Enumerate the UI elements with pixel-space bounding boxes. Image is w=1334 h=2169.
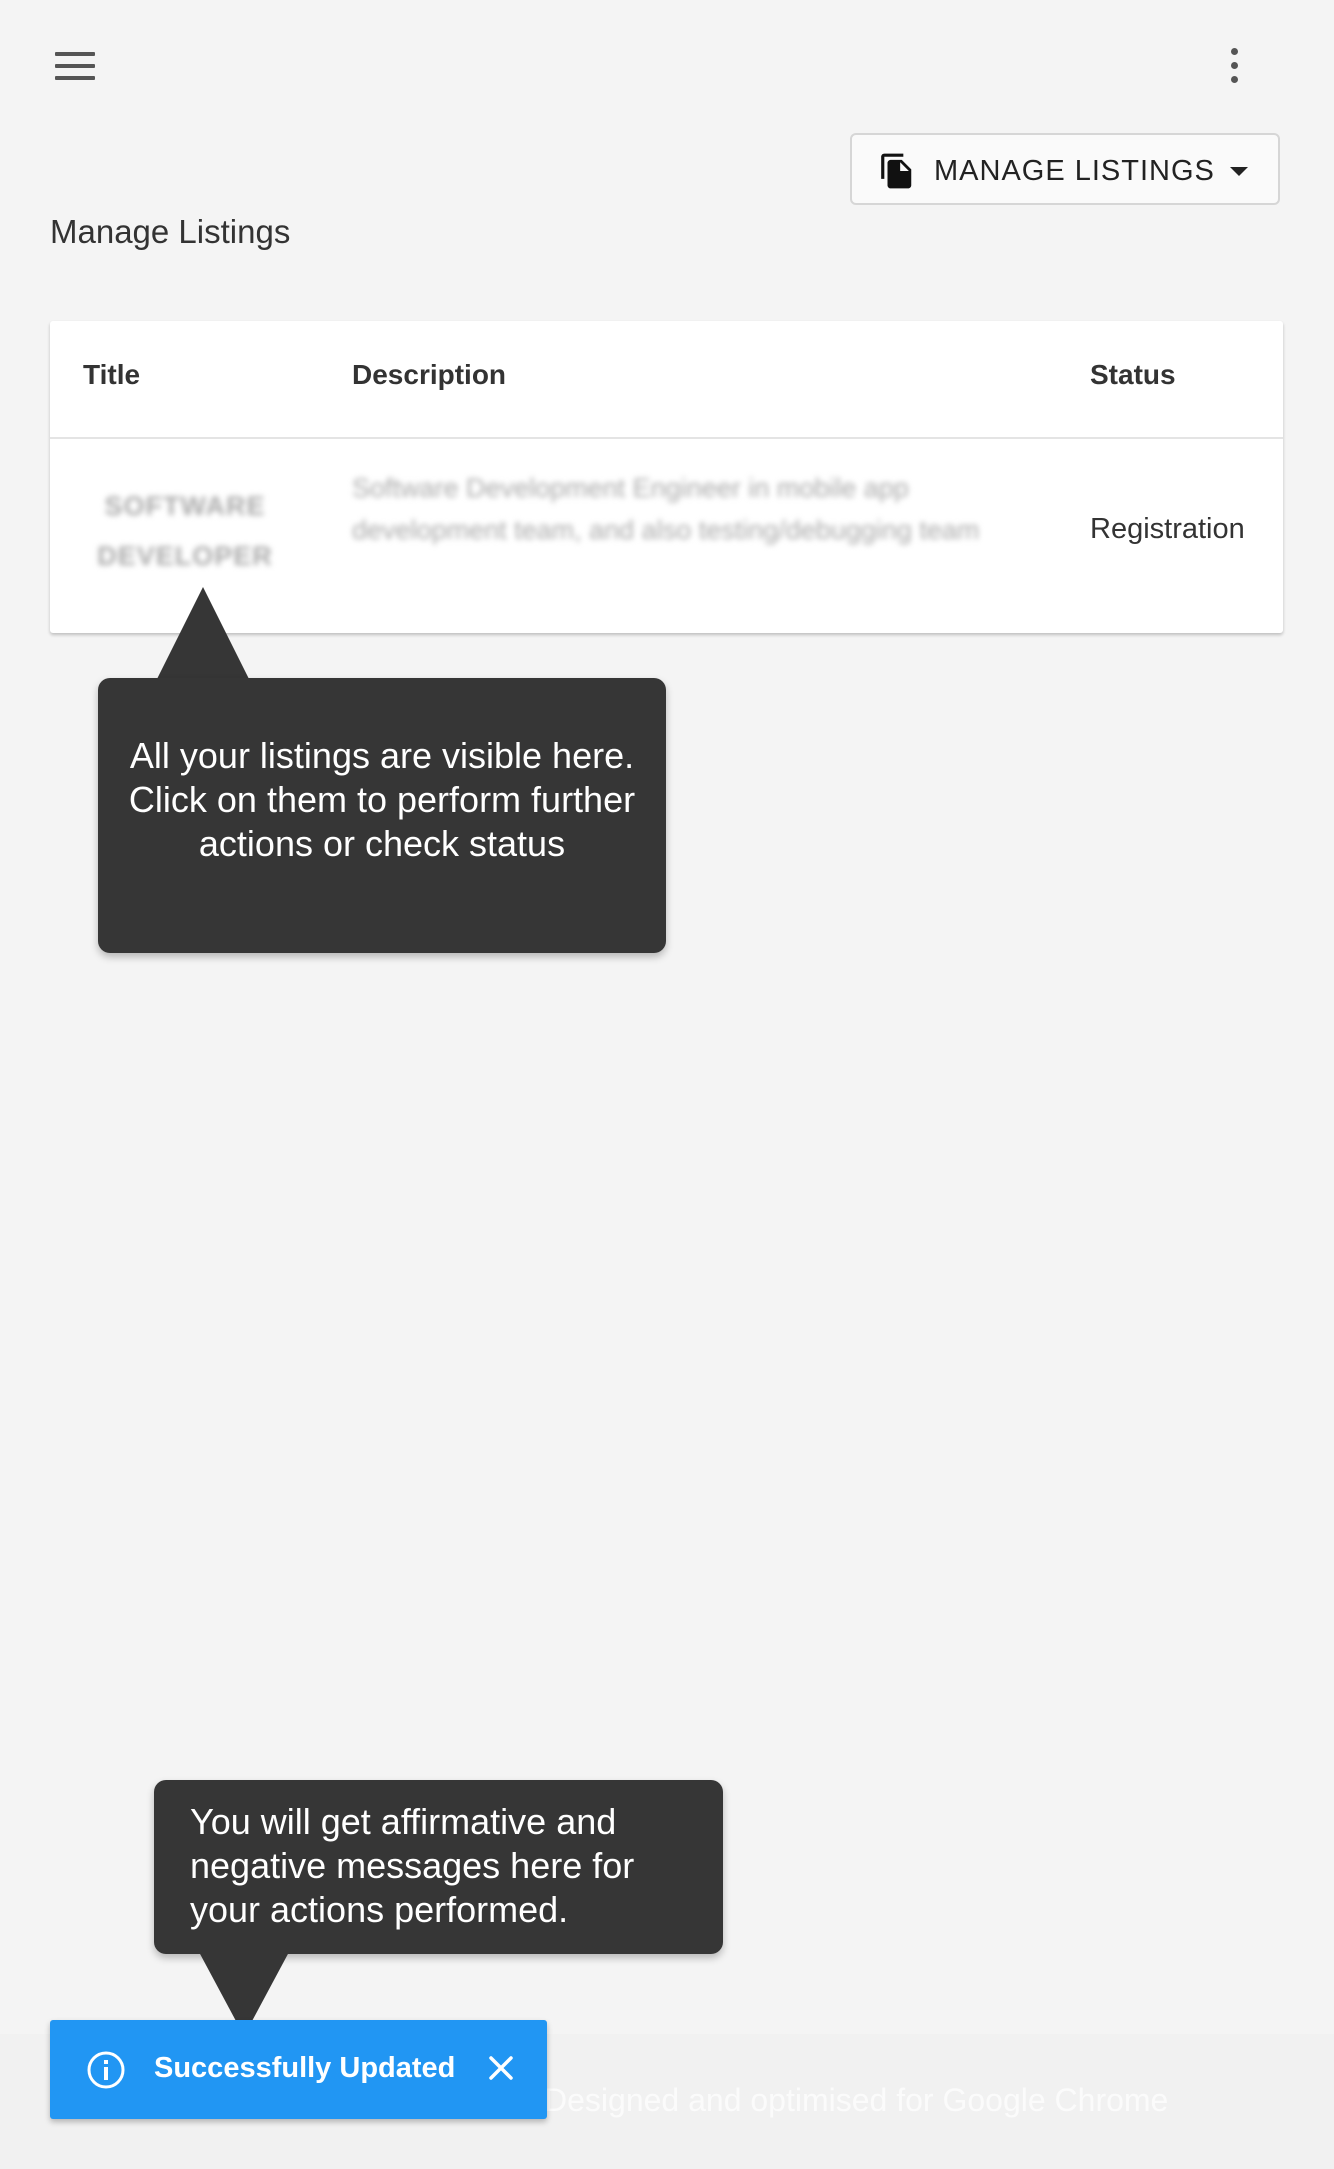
manage-listings-label: MANAGE LISTINGS bbox=[934, 155, 1215, 187]
column-header-status[interactable]: Status bbox=[1090, 359, 1176, 391]
hamburger-menu-icon bbox=[55, 52, 95, 56]
more-options-button[interactable] bbox=[1214, 44, 1254, 88]
messages-tooltip: You will get affirmative and negative me… bbox=[154, 1780, 723, 1954]
messages-tooltip-text: You will get affirmative and negative me… bbox=[190, 1801, 635, 1930]
footer-text: Designed and optimised for Google Chrome bbox=[544, 2082, 1169, 2118]
manage-listings-dropdown-button[interactable]: MANAGE LISTINGS bbox=[850, 133, 1280, 205]
more-vertical-icon bbox=[1231, 48, 1238, 55]
close-icon[interactable] bbox=[485, 2052, 517, 2084]
listing-title-cell: SOFTWARE DEVELOPER bbox=[97, 491, 273, 571]
listing-description-cell: Software Development Engineer in mobile … bbox=[352, 473, 980, 545]
column-header-title[interactable]: Title bbox=[83, 359, 140, 391]
listing-status-cell: Registration bbox=[1090, 513, 1245, 545]
page-title: Manage Listings bbox=[50, 213, 291, 250]
listings-tooltip: All your listings are visible here. Clic… bbox=[98, 678, 666, 953]
snackbar-message: Successfully Updated bbox=[154, 2052, 456, 2084]
copy-documents-icon bbox=[881, 153, 912, 189]
page: { "toolbar": { "menu_icon": "hamburger-m… bbox=[0, 0, 1334, 2169]
listings-tooltip-text: All your listings are visible here. Clic… bbox=[128, 735, 636, 864]
menu-button[interactable] bbox=[46, 44, 104, 88]
tooltip-arrow bbox=[157, 587, 249, 679]
info-circle-icon bbox=[87, 2051, 125, 2089]
success-snackbar: Successfully Updated bbox=[50, 2020, 547, 2119]
caret-down-icon bbox=[1230, 167, 1248, 176]
column-header-description[interactable]: Description bbox=[352, 359, 506, 391]
